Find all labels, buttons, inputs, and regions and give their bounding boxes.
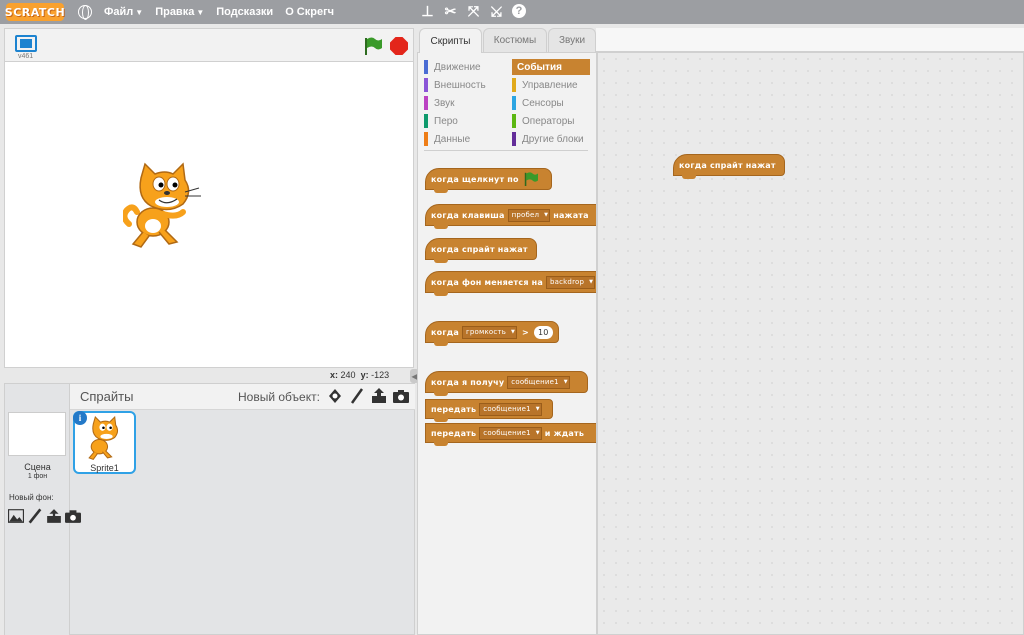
sprite-library-icon[interactable] [327, 388, 343, 404]
sprite-tile-sprite1[interactable]: i Sprite1 [73, 411, 136, 474]
tab-sounds[interactable]: Звуки [548, 28, 596, 52]
stage-column: Сцена 1 фон Новый фон: [5, 384, 81, 635]
category-motion[interactable]: Движение [424, 59, 504, 75]
green-flag-icon[interactable] [363, 37, 383, 55]
x-value: 240 [340, 370, 356, 380]
block-palette: Движение Внешность Звук Перо Данные Собы… [417, 52, 597, 635]
scratch-logo[interactable]: SCRATCH [5, 3, 65, 21]
sprite-pane: Сцена 1 фон Новый фон: Спрайты Новый объ… [4, 383, 415, 635]
block-when-key-pressed[interactable]: когда клавиша пробел нажата [425, 204, 596, 229]
menu-edit[interactable]: Правка ▼ [155, 6, 204, 18]
category-events[interactable]: События [512, 59, 590, 75]
upload-icon[interactable] [371, 388, 387, 404]
menu-about[interactable]: О Скрегч [285, 6, 334, 18]
category-looks[interactable]: Внешность [424, 77, 504, 93]
cat-sprite[interactable] [123, 162, 205, 252]
category-sensing[interactable]: Сенсоры [512, 95, 592, 111]
threshold-input[interactable]: 10 [533, 325, 553, 339]
category-data[interactable]: Данные [424, 131, 504, 147]
category-color-swatch [424, 114, 428, 128]
backdrop-count: 1 фон [27, 473, 48, 480]
message-dropdown[interactable]: сообщение1 [507, 375, 570, 389]
menu-tips[interactable]: Подсказки [216, 6, 273, 18]
script-area[interactable]: когда спрайт нажат [597, 52, 1024, 635]
sprite-pane-header: Спрайты Новый объект: [70, 384, 415, 410]
sprite-name: Sprite1 [90, 463, 119, 473]
category-color-swatch [424, 78, 428, 92]
block-broadcast[interactable]: передать сообщение1 [425, 399, 553, 422]
paintbrush-icon[interactable] [27, 508, 43, 524]
new-sprite-icons [327, 388, 409, 404]
menu-file[interactable]: Файл ▼ [104, 6, 143, 18]
category-operators[interactable]: Операторы [512, 113, 592, 129]
chevron-down-icon: ▼ [196, 8, 205, 17]
key-dropdown[interactable]: пробел [507, 208, 551, 222]
paintbrush-icon[interactable] [349, 388, 365, 404]
help-icon[interactable]: ? [512, 4, 526, 18]
category-color-swatch [512, 78, 516, 92]
language-globe-icon[interactable] [78, 5, 92, 20]
landscape-icon[interactable] [8, 508, 24, 524]
stage-label: Сцена [24, 462, 51, 472]
category-color-swatch [424, 132, 428, 146]
stage-thumbnail[interactable] [8, 412, 66, 456]
category-control[interactable]: Управление [512, 77, 592, 93]
category-color-swatch [424, 60, 428, 74]
tab-strip [596, 28, 1024, 52]
sensor-dropdown[interactable]: громкость [461, 325, 518, 339]
new-sprite-label: Новый объект: [238, 390, 320, 404]
message-dropdown[interactable]: сообщение1 [479, 426, 542, 440]
block-when-loudness[interactable]: когда громкость > 10 [425, 321, 559, 346]
new-backdrop-icons [8, 508, 81, 524]
category-color-swatch [512, 114, 516, 128]
mouse-coordinates: x: 240 y: -123 [330, 370, 390, 380]
category-sound[interactable]: Звук [424, 95, 504, 111]
block-when-i-receive[interactable]: когда я получу сообщение1 [425, 371, 588, 396]
duplicate-stamp-icon[interactable]: ⊥ [420, 3, 435, 20]
delete-scissors-icon[interactable]: ✂ [443, 3, 458, 20]
block-when-flag-clicked[interactable]: когда щелкнут по [425, 168, 552, 193]
grow-icon[interactable]: ⤧ [466, 3, 481, 20]
script-block-when-sprite-clicked[interactable]: когда спрайт нажат [673, 154, 785, 179]
category-color-swatch [512, 132, 516, 146]
sprites-title: Спрайты [80, 389, 134, 404]
new-backdrop-label: Новый фон: [9, 493, 54, 502]
tab-costumes[interactable]: Костюмы [483, 28, 547, 52]
toolbar: ⊥ ✂ ⤧ ⤩ ? [420, 3, 526, 20]
category-divider [424, 150, 588, 151]
category-color-swatch [512, 96, 516, 110]
chevron-down-icon: ▼ [135, 8, 144, 17]
y-value: -123 [371, 370, 390, 380]
stop-icon[interactable] [390, 37, 408, 55]
green-flag-icon [524, 172, 538, 186]
menu-bar: SCRATCH Файл ▼ Правка ▼ Подсказки О Скрегч… [0, 0, 1024, 24]
block-when-sprite-clicked[interactable]: когда спрайт нажат [425, 238, 537, 263]
block-when-backdrop-switches[interactable]: когда фон меняется на backdrop [425, 271, 596, 296]
stage-header: v461 [4, 28, 414, 61]
version-label: v461 [18, 53, 34, 60]
upload-icon[interactable] [46, 508, 62, 524]
message-dropdown[interactable]: сообщение1 [479, 402, 542, 416]
fullscreen-icon[interactable] [15, 35, 37, 52]
category-color-swatch [424, 96, 428, 110]
block-broadcast-and-wait[interactable]: передать сообщение1 и ждать [425, 423, 596, 446]
stage-canvas[interactable] [4, 61, 414, 368]
backdrop-dropdown[interactable]: backdrop [545, 275, 596, 289]
tab-scripts[interactable]: Скрипты [419, 28, 482, 53]
category-pen[interactable]: Перо [424, 113, 504, 129]
camera-icon[interactable] [393, 388, 409, 404]
camera-icon[interactable] [65, 508, 81, 524]
shrink-icon[interactable]: ⤩ [489, 3, 504, 20]
category-more-blocks[interactable]: Другие блоки [512, 131, 592, 147]
cat-thumbnail [88, 416, 119, 461]
